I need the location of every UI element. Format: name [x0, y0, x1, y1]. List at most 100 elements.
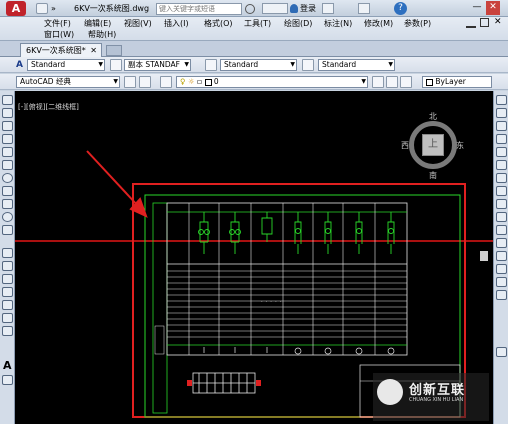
workspace-select[interactable]: AutoCAD 经典 ▼: [16, 76, 120, 88]
modify-toolbar: [493, 91, 508, 424]
compass-south[interactable]: 南: [429, 170, 437, 181]
gradient-icon[interactable]: [2, 300, 13, 310]
menu-help[interactable]: 帮助(H): [88, 29, 116, 40]
construction-line-icon[interactable]: [2, 108, 13, 118]
explode-icon[interactable]: [496, 290, 507, 300]
chevron-down-icon: ▼: [184, 61, 189, 68]
multiline-text-icon[interactable]: A: [3, 359, 12, 372]
menu-tools[interactable]: 工具(T): [244, 18, 271, 29]
main-table: [166, 202, 408, 356]
color-select[interactable]: ByLayer: [422, 76, 492, 88]
navigation-bar-handle[interactable]: [480, 251, 488, 261]
new-file-icon[interactable]: [36, 3, 48, 14]
insert-block-icon[interactable]: [2, 248, 13, 258]
table-style-value: Standard: [224, 60, 259, 69]
spline-icon[interactable]: [2, 199, 13, 209]
trim-icon[interactable]: [496, 212, 507, 222]
make-current-icon[interactable]: [372, 76, 384, 88]
layer-value: 0: [213, 77, 219, 86]
point-icon[interactable]: [2, 274, 13, 284]
menu-window[interactable]: 窗口(W): [44, 29, 74, 40]
polyline-icon[interactable]: [2, 121, 13, 131]
menu-edit[interactable]: 编辑(E): [84, 18, 111, 29]
compass-north[interactable]: 北: [429, 111, 437, 122]
tab-close-icon[interactable]: ✕: [90, 44, 97, 57]
menu-modify[interactable]: 修改(M): [364, 18, 393, 29]
hatch-icon[interactable]: [2, 287, 13, 297]
erase-icon[interactable]: [496, 95, 507, 105]
scale-icon[interactable]: [496, 186, 507, 196]
table-style-select[interactable]: Standard ▼: [220, 59, 297, 71]
extend-icon[interactable]: [496, 225, 507, 235]
new-tab-button[interactable]: [106, 45, 122, 56]
menu-parametric[interactable]: 参数(P): [404, 18, 431, 29]
ellipse-icon[interactable]: [2, 212, 13, 222]
text-style-icon: A: [16, 60, 23, 70]
menu-format[interactable]: 格式(O): [204, 18, 233, 29]
close-button[interactable]: ✕: [486, 1, 500, 15]
restore-doc-icon[interactable]: [480, 18, 489, 27]
minimize-button[interactable]: —: [470, 1, 484, 15]
search-input[interactable]: 键入关键字或短语: [156, 3, 242, 15]
text-style-select[interactable]: Standard ▼: [27, 59, 105, 71]
circle-icon[interactable]: [2, 173, 13, 183]
autocad-logo-icon[interactable]: A: [6, 1, 26, 16]
chamfer-icon[interactable]: [496, 264, 507, 274]
minimize-doc-icon[interactable]: [466, 19, 476, 28]
mleader-style-value: Standard: [322, 60, 357, 69]
compass-west[interactable]: 西: [401, 140, 409, 151]
break-icon[interactable]: [496, 238, 507, 248]
rotate-icon[interactable]: [496, 173, 507, 183]
workspace-value: AutoCAD 经典: [20, 77, 71, 86]
watermark-name: 创新互联: [409, 383, 466, 398]
move-icon[interactable]: [496, 160, 507, 170]
fillet-icon[interactable]: [496, 277, 507, 287]
join-icon[interactable]: [496, 251, 507, 261]
viewcube[interactable]: 上 北 南 东 西: [401, 111, 465, 181]
menu-dimension[interactable]: 标注(N): [324, 18, 352, 29]
viewcube-top-face[interactable]: 上: [422, 134, 444, 156]
gear-icon[interactable]: [124, 76, 136, 88]
document-title: 6KV一次系统图.dwg: [74, 4, 150, 13]
revcloud-icon[interactable]: [2, 186, 13, 196]
menu-view[interactable]: 视图(V): [124, 18, 152, 29]
stretch-icon[interactable]: [496, 199, 507, 209]
binoculars-icon[interactable]: [262, 3, 288, 14]
busbar-schematic: [192, 372, 256, 394]
menu-insert[interactable]: 插入(I): [164, 18, 189, 29]
menu-draw[interactable]: 绘图(D): [284, 18, 312, 29]
layer-states-icon[interactable]: [400, 76, 412, 88]
exchange-icon[interactable]: [322, 3, 334, 14]
line-icon[interactable]: [2, 95, 13, 105]
dim-style-select[interactable]: 副本 STANDAF ▼: [124, 59, 191, 71]
mleader-style-select[interactable]: Standard ▼: [318, 59, 395, 71]
layer-properties-icon[interactable]: [160, 76, 172, 88]
polygon-icon[interactable]: [2, 134, 13, 144]
tab-6kv-drawing[interactable]: 6KV一次系统图* ✕: [20, 43, 102, 57]
search-icon[interactable]: [245, 4, 255, 14]
copy-icon[interactable]: [496, 108, 507, 118]
workspace-settings-icon[interactable]: [139, 76, 151, 88]
compass-east[interactable]: 东: [456, 140, 464, 151]
ellipse-arc-icon[interactable]: [2, 225, 13, 235]
help-icon[interactable]: ?: [394, 2, 407, 15]
table-icon[interactable]: [2, 326, 13, 336]
array-icon[interactable]: [496, 147, 507, 157]
arc-icon[interactable]: [2, 160, 13, 170]
menu-bar: 文件(F) 编辑(E) 视图(V) 插入(I) 格式(O) 工具(T) 绘图(D…: [0, 17, 508, 41]
chevron-right-icon[interactable]: »: [51, 3, 63, 14]
app-store-icon[interactable]: [358, 3, 370, 14]
close-doc-icon[interactable]: ✕: [494, 17, 502, 28]
make-block-icon[interactable]: [2, 261, 13, 271]
rectangle-icon[interactable]: [2, 147, 13, 157]
region-icon[interactable]: [2, 313, 13, 323]
offset-icon[interactable]: [496, 134, 507, 144]
mirror-icon[interactable]: [496, 121, 507, 131]
add-selected-icon[interactable]: [2, 375, 13, 385]
draworder-icon[interactable]: [496, 347, 507, 357]
sign-in-link[interactable]: 登录: [300, 2, 316, 15]
layer-previous-icon[interactable]: [386, 76, 398, 88]
drawing-canvas[interactable]: [-][俯视][二维线框] - - - - - 上 北 南 东 西 创新互联 C…: [15, 91, 493, 424]
menu-file[interactable]: 文件(F): [44, 18, 71, 29]
layer-select[interactable]: ♀ ☼ ▫ 0 ▼: [176, 76, 368, 88]
